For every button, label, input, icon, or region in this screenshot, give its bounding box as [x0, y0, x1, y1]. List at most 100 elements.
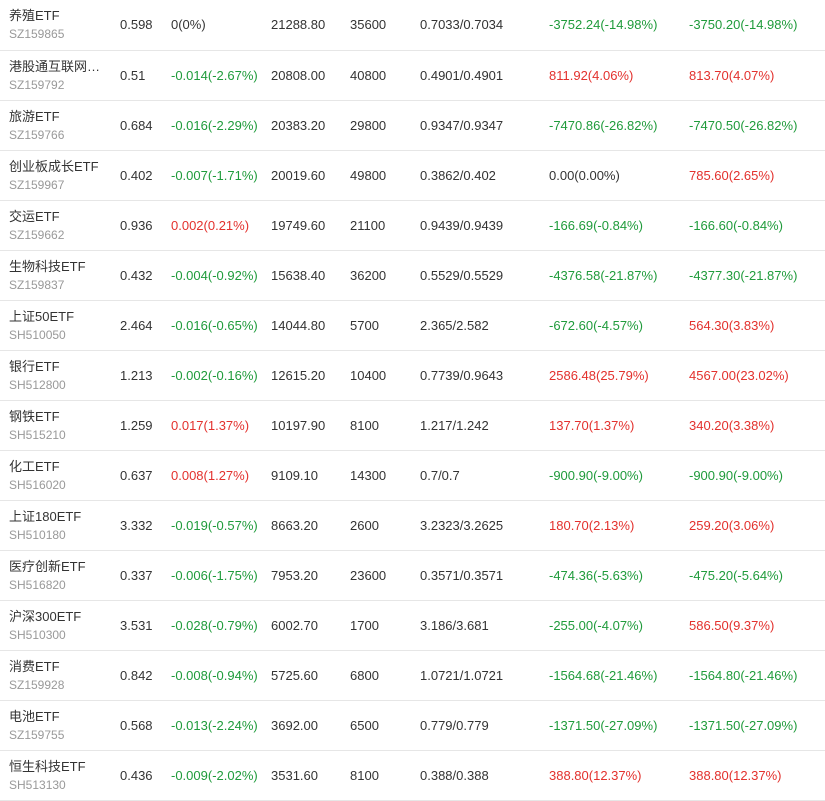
total-profit-loss-cell: 785.60(2.65%) — [689, 150, 825, 201]
fund-cell[interactable]: 银行ETF SH512800 — [0, 350, 111, 401]
table-row[interactable]: 上证50ETF SH510050 2.464 -0.016(-0.65%) 14044.… — [0, 300, 825, 351]
profit-loss-cell: 388.80(12.37%) — [549, 750, 689, 801]
fund-cell[interactable]: 交运ETF SZ159662 — [0, 200, 111, 251]
fund-name[interactable]: 上证50ETF — [9, 308, 105, 325]
fund-name[interactable]: 化工ETF — [9, 458, 105, 475]
fund-name[interactable]: 消费ETF — [9, 658, 105, 675]
fund-code: SZ159662 — [9, 227, 65, 242]
change-cell: -0.004(-0.92%) — [171, 250, 271, 301]
table-row[interactable]: 银行ETF SH512800 1.213 -0.002(-0.16%) 12615.20… — [0, 350, 825, 401]
fund-cell[interactable]: 钢铁ETF SH515210 — [0, 400, 111, 451]
fund-cell[interactable]: 养殖ETF SZ159865 — [0, 0, 111, 51]
change-cell: -0.016(-2.29%) — [171, 100, 271, 151]
fund-cell[interactable]: 生物科技ETF SZ159837 — [0, 250, 111, 301]
price-cell: 0.568 — [111, 700, 171, 751]
table-row[interactable]: 钢铁ETF SH515210 1.259 0.017(1.37%) 10197.90 81… — [0, 400, 825, 451]
total-profit-loss-cell: 4567.00(23.02%) — [689, 350, 825, 401]
total-profit-loss-cell: -1564.80(-21.46%) — [689, 650, 825, 701]
fund-code: SH510300 — [9, 627, 66, 642]
total-profit-loss-cell: -3750.20(-14.98%) — [689, 0, 825, 51]
price-cell: 2.464 — [111, 300, 171, 351]
price-cell: 0.936 — [111, 200, 171, 251]
change-cell: -0.009(-2.02%) — [171, 750, 271, 801]
fund-cell[interactable]: 沪深300ETF SH510300 — [0, 600, 111, 651]
change-cell: 0.017(1.37%) — [171, 400, 271, 451]
fund-cell[interactable]: 医疗创新ETF SH516820 — [0, 550, 111, 601]
table-row[interactable]: 交运ETF SZ159662 0.936 0.002(0.21%) 19749.60 21… — [0, 200, 825, 251]
fund-name[interactable]: 电池ETF — [9, 708, 105, 725]
price-cell: 1.259 — [111, 400, 171, 451]
change-cell: -0.019(-0.57%) — [171, 500, 271, 551]
total-profit-loss-cell: -4377.30(-21.87%) — [689, 250, 825, 301]
market-value-cell: 20383.20 — [271, 100, 350, 151]
fund-cell[interactable]: 化工ETF SH516020 — [0, 450, 111, 501]
fund-name[interactable]: 生物科技ETF — [9, 258, 105, 275]
quantity-cell: 1700 — [350, 600, 420, 651]
table-row[interactable]: 港股通互联网… SZ159792 0.51 -0.014(-2.67%) 20808.0… — [0, 50, 825, 101]
total-profit-loss-cell: 586.50(9.37%) — [689, 600, 825, 651]
table-row[interactable]: 电池ETF SZ159755 0.568 -0.013(-2.24%) 3692.00 6… — [0, 700, 825, 751]
fund-cell[interactable]: 恒生科技ETF SH513130 — [0, 750, 111, 801]
fund-name[interactable]: 旅游ETF — [9, 108, 105, 125]
fund-cell[interactable]: 上证180ETF SH510180 — [0, 500, 111, 551]
table-row[interactable]: 恒生科技ETF SH513130 0.436 -0.009(-2.02%) 3531.6… — [0, 750, 825, 801]
change-cell: -0.008(-0.94%) — [171, 650, 271, 701]
table-row[interactable]: 医疗创新ETF SH516820 0.337 -0.006(-1.75%) 7953.2… — [0, 550, 825, 601]
fund-code: SZ159766 — [9, 127, 65, 142]
fund-name[interactable]: 医疗创新ETF — [9, 558, 105, 575]
fund-cell[interactable]: 创业板成长ETF SZ159967 — [0, 150, 111, 201]
table-row[interactable]: 生物科技ETF SZ159837 0.432 -0.004(-0.92%) 15638.… — [0, 250, 825, 301]
market-value-cell: 8663.20 — [271, 500, 350, 551]
change-cell: -0.013(-2.24%) — [171, 700, 271, 751]
fund-name[interactable]: 银行ETF — [9, 358, 105, 375]
market-value-cell: 9109.10 — [271, 450, 350, 501]
change-cell: -0.007(-1.71%) — [171, 150, 271, 201]
change-cell: 0(0%) — [171, 0, 271, 51]
total-profit-loss-cell: 564.30(3.83%) — [689, 300, 825, 351]
fund-code: SH510180 — [9, 527, 66, 542]
cost-price-cell: 3.2323/3.2625 — [420, 500, 549, 551]
fund-name[interactable]: 上证180ETF — [9, 508, 105, 525]
fund-cell[interactable]: 电池ETF SZ159755 — [0, 700, 111, 751]
quantity-cell: 35600 — [350, 0, 420, 51]
fund-cell[interactable]: 消费ETF SZ159928 — [0, 650, 111, 701]
fund-name[interactable]: 创业板成长ETF — [9, 158, 105, 175]
total-profit-loss-cell: 388.80(12.37%) — [689, 750, 825, 801]
profit-loss-cell: -474.36(-5.63%) — [549, 550, 689, 601]
table-row[interactable]: 化工ETF SH516020 0.637 0.008(1.27%) 9109.10 143… — [0, 450, 825, 501]
fund-name[interactable]: 港股通互联网… — [9, 58, 105, 75]
fund-name[interactable]: 养殖ETF — [9, 7, 105, 24]
fund-cell[interactable]: 旅游ETF SZ159766 — [0, 100, 111, 151]
fund-name[interactable]: 恒生科技ETF — [9, 758, 105, 775]
table-row[interactable]: 上证180ETF SH510180 3.332 -0.019(-0.57%) 8663.… — [0, 500, 825, 551]
fund-code: SZ159865 — [9, 27, 65, 41]
total-profit-loss-cell: -1371.50(-27.09%) — [689, 700, 825, 751]
fund-name[interactable]: 交运ETF — [9, 208, 105, 225]
table-row[interactable]: 沪深300ETF SH510300 3.531 -0.028(-0.79%) 6002.… — [0, 600, 825, 651]
table-row[interactable]: 旅游ETF SZ159766 0.684 -0.016(-2.29%) 20383.20… — [0, 100, 825, 151]
quantity-cell: 6500 — [350, 700, 420, 751]
fund-code: SZ159755 — [9, 727, 65, 742]
cost-price-cell: 0.4901/0.4901 — [420, 50, 549, 101]
fund-cell[interactable]: 港股通互联网… SZ159792 — [0, 50, 111, 101]
cost-price-cell: 0.7739/0.9643 — [420, 350, 549, 401]
table-row[interactable]: 养殖ETF SZ159865 0.598 0(0%) 21288.80 35600 0.70… — [0, 0, 825, 51]
fund-code: SZ159967 — [9, 177, 65, 192]
market-value-cell: 3531.60 — [271, 750, 350, 801]
market-value-cell: 10197.90 — [271, 400, 350, 451]
fund-name[interactable]: 沪深300ETF — [9, 608, 105, 625]
market-value-cell: 15638.40 — [271, 250, 350, 301]
quantity-cell: 8100 — [350, 400, 420, 451]
price-cell: 0.51 — [111, 50, 171, 101]
fund-name[interactable]: 钢铁ETF — [9, 408, 105, 425]
cost-price-cell: 1.0721/1.0721 — [420, 650, 549, 701]
fund-code: SZ159837 — [9, 277, 65, 292]
table-row[interactable]: 创业板成长ETF SZ159967 0.402 -0.007(-1.71%) 20019… — [0, 150, 825, 201]
fund-cell[interactable]: 上证50ETF SH510050 — [0, 300, 111, 351]
table-row[interactable]: 消费ETF SZ159928 0.842 -0.008(-0.94%) 5725.60 6… — [0, 650, 825, 701]
change-cell: 0.002(0.21%) — [171, 200, 271, 251]
fund-code: SH510050 — [9, 327, 66, 342]
market-value-cell: 12615.20 — [271, 350, 350, 401]
quantity-cell: 5700 — [350, 300, 420, 351]
quantity-cell: 21100 — [350, 200, 420, 251]
